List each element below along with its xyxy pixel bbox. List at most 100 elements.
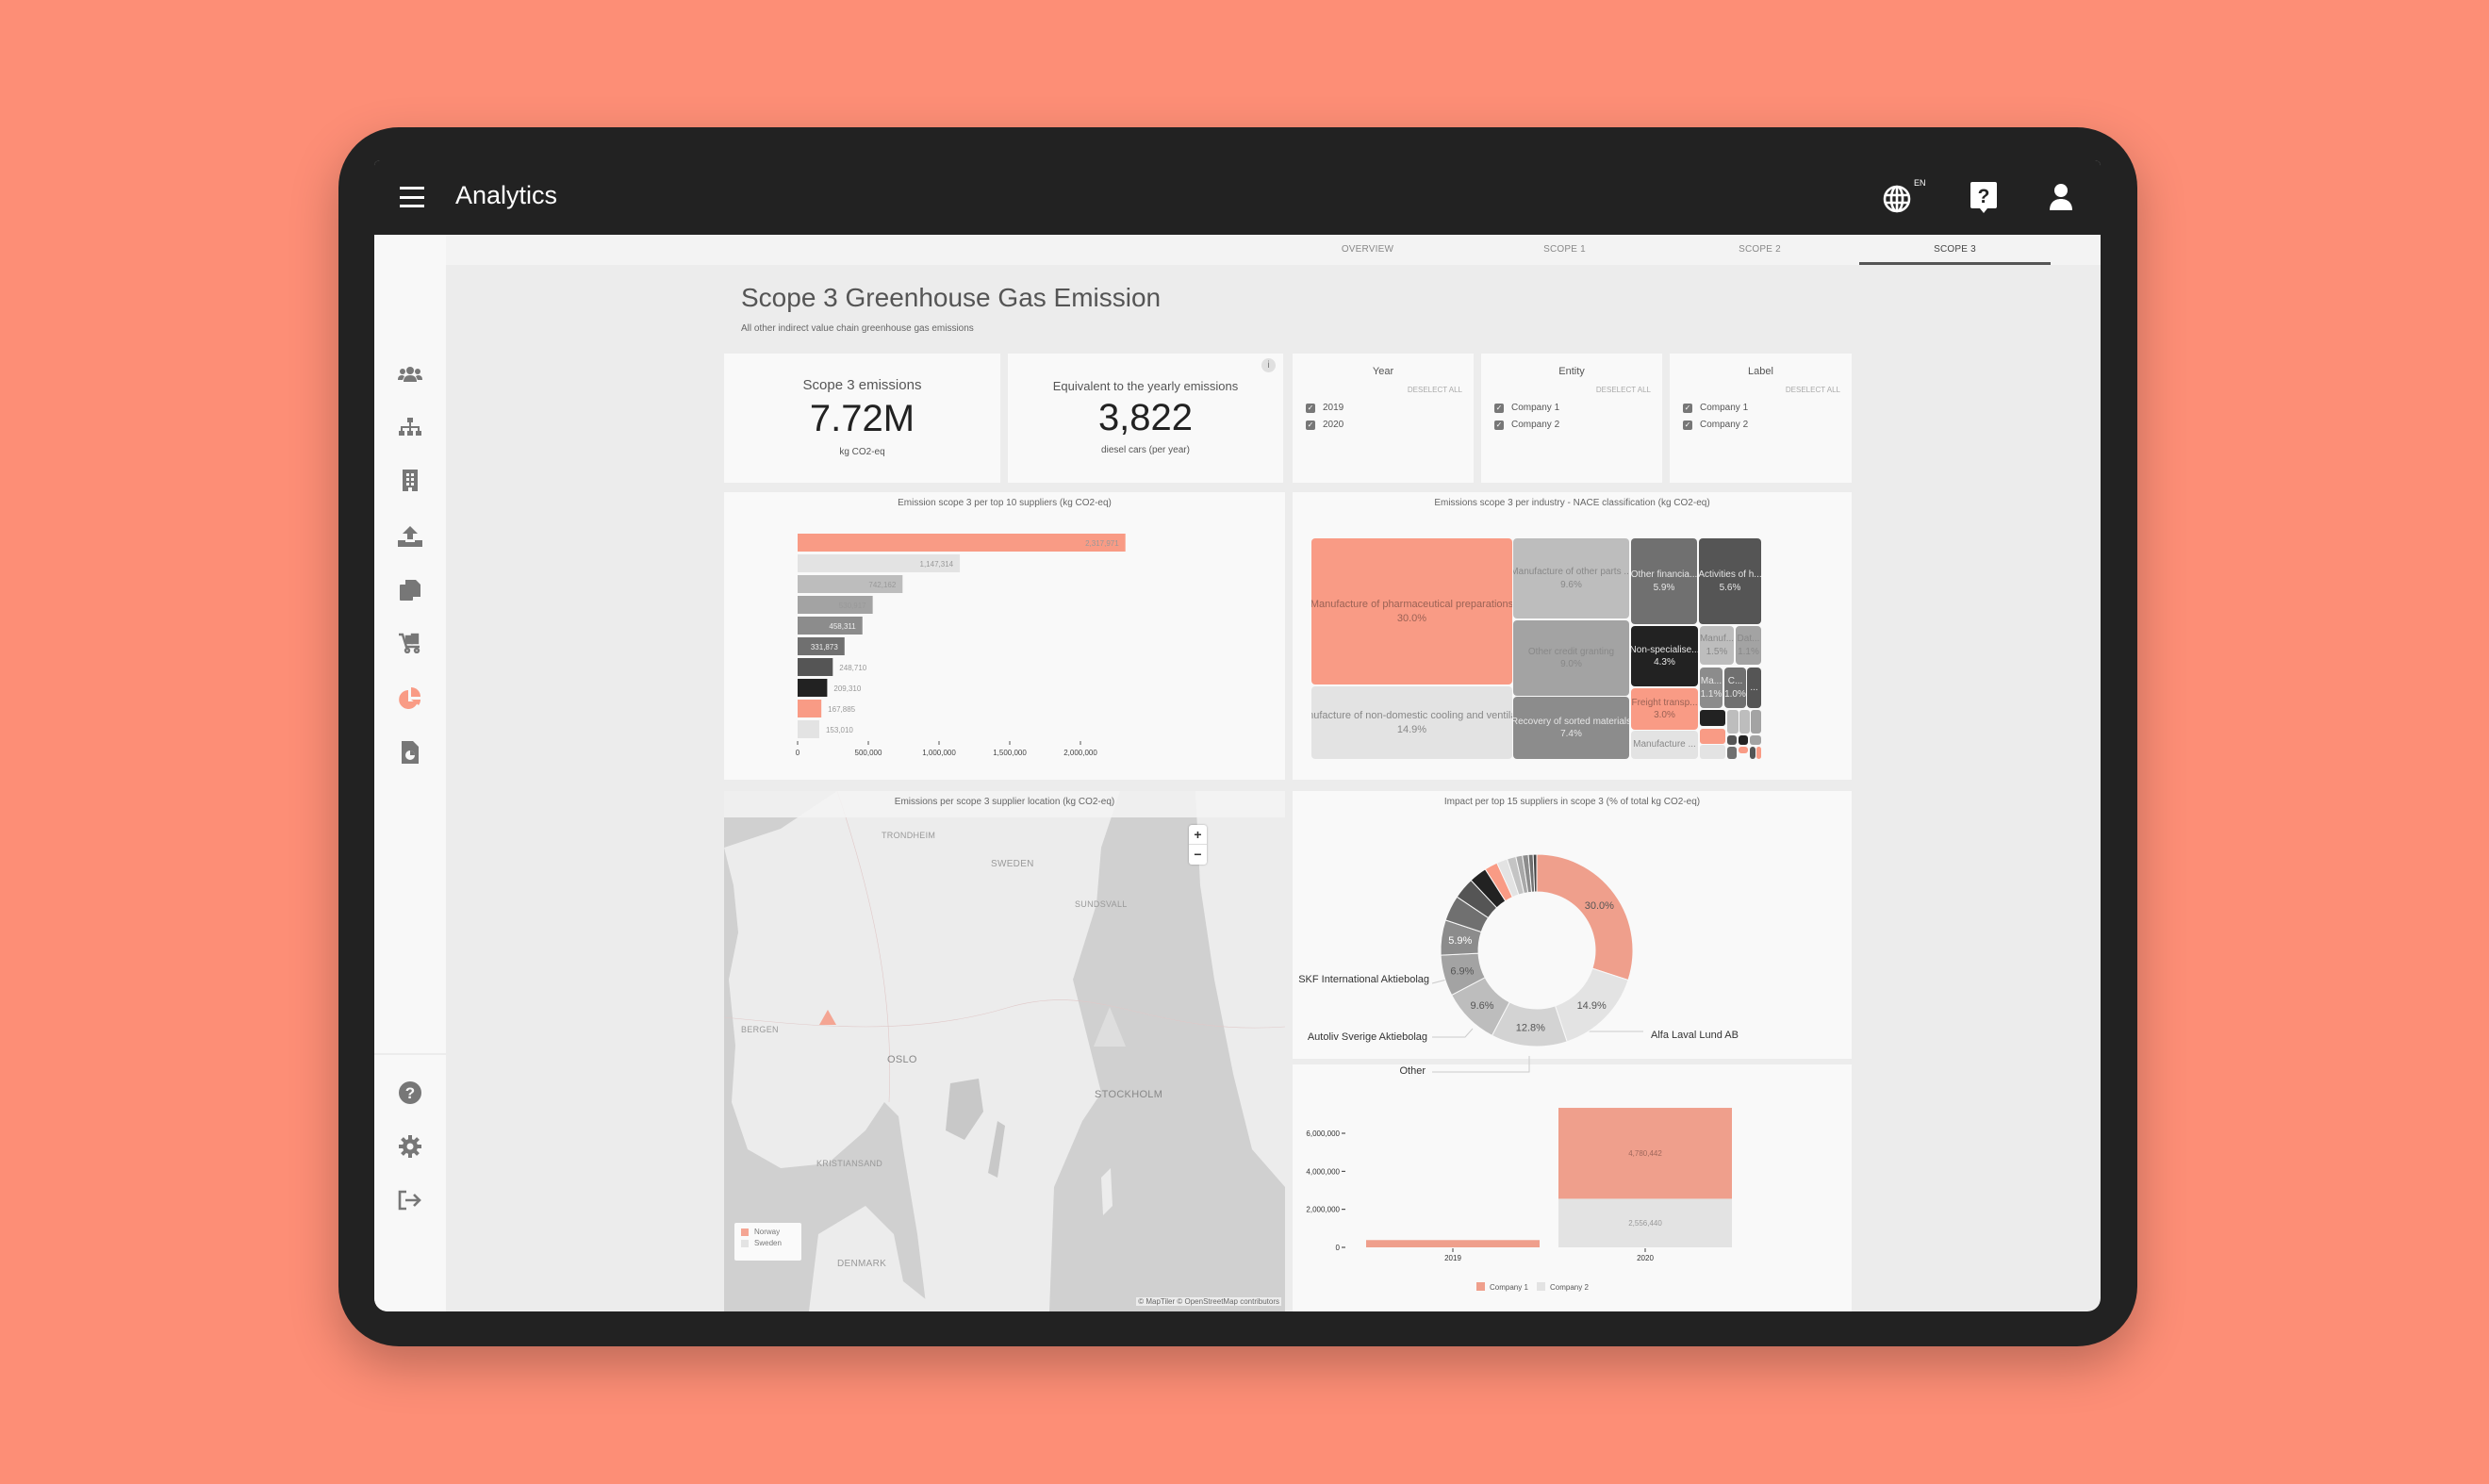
option-label: Company 1 bbox=[1511, 403, 1560, 413]
language-globe-icon[interactable] bbox=[1882, 184, 1912, 214]
settings-icon[interactable] bbox=[397, 1133, 423, 1160]
help-bubble-icon[interactable]: ? bbox=[1970, 181, 1998, 215]
treemap-cell[interactable]: Non-specialise... 4.3% bbox=[1631, 626, 1698, 686]
yearly-stacked-bar-chart: 0 2,000,000 4,000,000 6,000,000 2019 2020 4,78… bbox=[1293, 1064, 1852, 1311]
checkbox-checked-icon[interactable]: ✓ bbox=[1494, 420, 1504, 430]
logout-icon[interactable] bbox=[397, 1187, 423, 1213]
checkbox-checked-icon[interactable]: ✓ bbox=[1683, 403, 1692, 413]
zoom-out-button[interactable]: − bbox=[1189, 845, 1207, 865]
info-icon[interactable]: i bbox=[1261, 358, 1276, 372]
bar-value-label: 331,873 bbox=[811, 643, 838, 651]
treemap-cell[interactable]: Recovery of sorted materials 7.4% bbox=[1513, 697, 1629, 759]
treemap-cell[interactable]: ... bbox=[1747, 668, 1761, 708]
deselect-all-button[interactable]: DESELECT ALL bbox=[1596, 386, 1651, 394]
treemap-cell-small[interactable] bbox=[1727, 735, 1737, 745]
treemap-cell[interactable]: Other credit granting 9.0% bbox=[1513, 620, 1629, 696]
filter-option[interactable]: ✓ Company 2 bbox=[1494, 420, 1559, 430]
treemap-cell[interactable]: Ma... 1.1% bbox=[1700, 668, 1723, 708]
users-icon[interactable] bbox=[397, 361, 423, 387]
checkbox-checked-icon[interactable]: ✓ bbox=[1306, 403, 1315, 413]
bar-value-label: 2,317,971 bbox=[1085, 539, 1119, 548]
tab-overview[interactable]: OVERVIEW bbox=[1272, 235, 1463, 265]
treemap-cell-small[interactable] bbox=[1751, 710, 1761, 734]
language-code[interactable]: EN bbox=[1914, 178, 1926, 188]
hamburger-menu-icon[interactable] bbox=[400, 187, 424, 207]
top-bar: Analytics EN ? bbox=[374, 160, 2101, 235]
checkbox-checked-icon[interactable]: ✓ bbox=[1683, 420, 1692, 430]
filter-option[interactable]: ✓ Company 1 bbox=[1683, 403, 1748, 413]
treemap-cell-percent: 14.9% bbox=[1396, 723, 1427, 735]
help-icon[interactable]: ? bbox=[397, 1080, 423, 1106]
deselect-all-button[interactable]: DESELECT ALL bbox=[1408, 386, 1462, 394]
treemap-cell-small[interactable] bbox=[1750, 735, 1761, 745]
treemap-cell-label: Non-specialise... bbox=[1631, 644, 1698, 655]
treemap-cell-small[interactable] bbox=[1739, 735, 1748, 745]
y-tick-label: 4,000,000 bbox=[1306, 1167, 1340, 1176]
treemap-cell-percent: 5.9% bbox=[1653, 582, 1675, 593]
treemap-cell-small[interactable] bbox=[1739, 710, 1750, 734]
treemap-cell-small[interactable] bbox=[1739, 747, 1748, 753]
treemap-cell[interactable]: Manuf... 1.5% bbox=[1700, 626, 1734, 665]
zoom-in-button[interactable]: + bbox=[1189, 825, 1207, 845]
treemap-cell[interactable]: Manufacture of other parts ... 9.6% bbox=[1513, 538, 1629, 618]
map-attribution[interactable]: © MapTiler © OpenStreetMap contributors bbox=[1136, 1297, 1281, 1306]
upload-icon[interactable] bbox=[397, 523, 423, 550]
treemap-cell-small[interactable] bbox=[1727, 747, 1737, 759]
bar-value-label: 2,556,440 bbox=[1628, 1219, 1662, 1228]
treemap-cell[interactable]: Dat... 1.1% bbox=[1736, 626, 1761, 665]
tab-bar: OVERVIEW SCOPE 1 SCOPE 2 SCOPE 3 bbox=[446, 235, 2101, 265]
report-icon[interactable] bbox=[397, 739, 423, 766]
filter-option[interactable]: ✓ Company 2 bbox=[1683, 420, 1748, 430]
callout-autoliv: Autoliv Sverige Aktiebolag bbox=[1307, 1031, 1427, 1043]
treemap-cell-small[interactable] bbox=[1700, 729, 1725, 744]
deselect-all-button[interactable]: DESELECT ALL bbox=[1786, 386, 1840, 394]
treemap-cell-small[interactable] bbox=[1756, 747, 1761, 759]
bar bbox=[798, 700, 822, 717]
map-zoom-controls: + − bbox=[1189, 825, 1207, 865]
org-chart-icon[interactable] bbox=[397, 414, 423, 440]
donut-slice bbox=[1536, 853, 1634, 981]
documents-icon[interactable] bbox=[397, 577, 423, 603]
checkbox-checked-icon[interactable]: ✓ bbox=[1494, 403, 1504, 413]
treemap-cell[interactable]: C... 1.0% bbox=[1724, 668, 1746, 708]
donut-slice-label: 12.8% bbox=[1516, 1023, 1545, 1034]
filter-option[interactable]: ✓ 2020 bbox=[1306, 420, 1343, 430]
treemap-cell[interactable]: Activities of h... 5.6% bbox=[1699, 538, 1761, 624]
treemap-cell-small[interactable] bbox=[1727, 710, 1739, 734]
building-icon[interactable] bbox=[397, 468, 423, 494]
treemap-plot: Manufacture of pharmaceutical preparatio… bbox=[1293, 492, 1852, 780]
svg-text:?: ? bbox=[1978, 186, 1990, 207]
checkbox-checked-icon[interactable]: ✓ bbox=[1306, 420, 1315, 430]
donut-slice-label: 6.9% bbox=[1450, 966, 1474, 978]
filter-title: Entity bbox=[1558, 366, 1585, 377]
tab-scope-2[interactable]: SCOPE 2 bbox=[1664, 235, 1855, 265]
pie-chart-icon[interactable] bbox=[397, 685, 423, 712]
tab-scope-1[interactable]: SCOPE 1 bbox=[1469, 235, 1660, 265]
cart-icon[interactable] bbox=[397, 630, 423, 656]
treemap-cell-label: Manufacture of non-domestic cooling and … bbox=[1311, 709, 1512, 721]
kpi-unit: kg CO2-eq bbox=[839, 447, 885, 457]
treemap-cell-percent: 4.3% bbox=[1654, 657, 1675, 668]
treemap-cell[interactable]: Freight transp... 3.0% bbox=[1631, 688, 1698, 730]
user-account-icon[interactable] bbox=[2049, 183, 2073, 211]
treemap-cell-small[interactable] bbox=[1750, 747, 1755, 759]
x-tick-label: 0 bbox=[796, 749, 800, 757]
supplier-location-map[interactable]: Emissions per scope 3 supplier location … bbox=[724, 791, 1285, 1311]
tab-scope-3[interactable]: SCOPE 3 bbox=[1859, 235, 2051, 265]
kpi-value: 7.72M bbox=[809, 398, 915, 439]
treemap-cell[interactable]: Manufacture ... bbox=[1631, 731, 1698, 759]
treemap-cell-label: Ma... bbox=[1700, 676, 1723, 686]
filter-option[interactable]: ✓ Company 1 bbox=[1494, 403, 1559, 413]
filter-option[interactable]: ✓ 2019 bbox=[1306, 403, 1343, 413]
treemap-cell[interactable]: Manufacture of pharmaceutical preparatio… bbox=[1311, 538, 1512, 684]
treemap-cell-small[interactable] bbox=[1700, 745, 1725, 759]
treemap-cell-percent: 1.1% bbox=[1700, 688, 1723, 700]
treemap-cell[interactable]: Manufacture of non-domestic cooling and … bbox=[1311, 686, 1512, 759]
treemap-cell[interactable]: Other financia... 5.9% bbox=[1631, 538, 1697, 624]
treemap-cell-small[interactable] bbox=[1700, 710, 1725, 726]
treemap-cell-label: Other financia... bbox=[1631, 569, 1697, 580]
treemap-cell-label: ... bbox=[1750, 682, 1758, 693]
kpi-label: Scope 3 emissions bbox=[802, 377, 922, 393]
treemap-cell-percent: 30.0% bbox=[1396, 612, 1427, 624]
filter-label: Label DESELECT ALL ✓ Company 1 ✓ Company 2 bbox=[1670, 354, 1852, 483]
